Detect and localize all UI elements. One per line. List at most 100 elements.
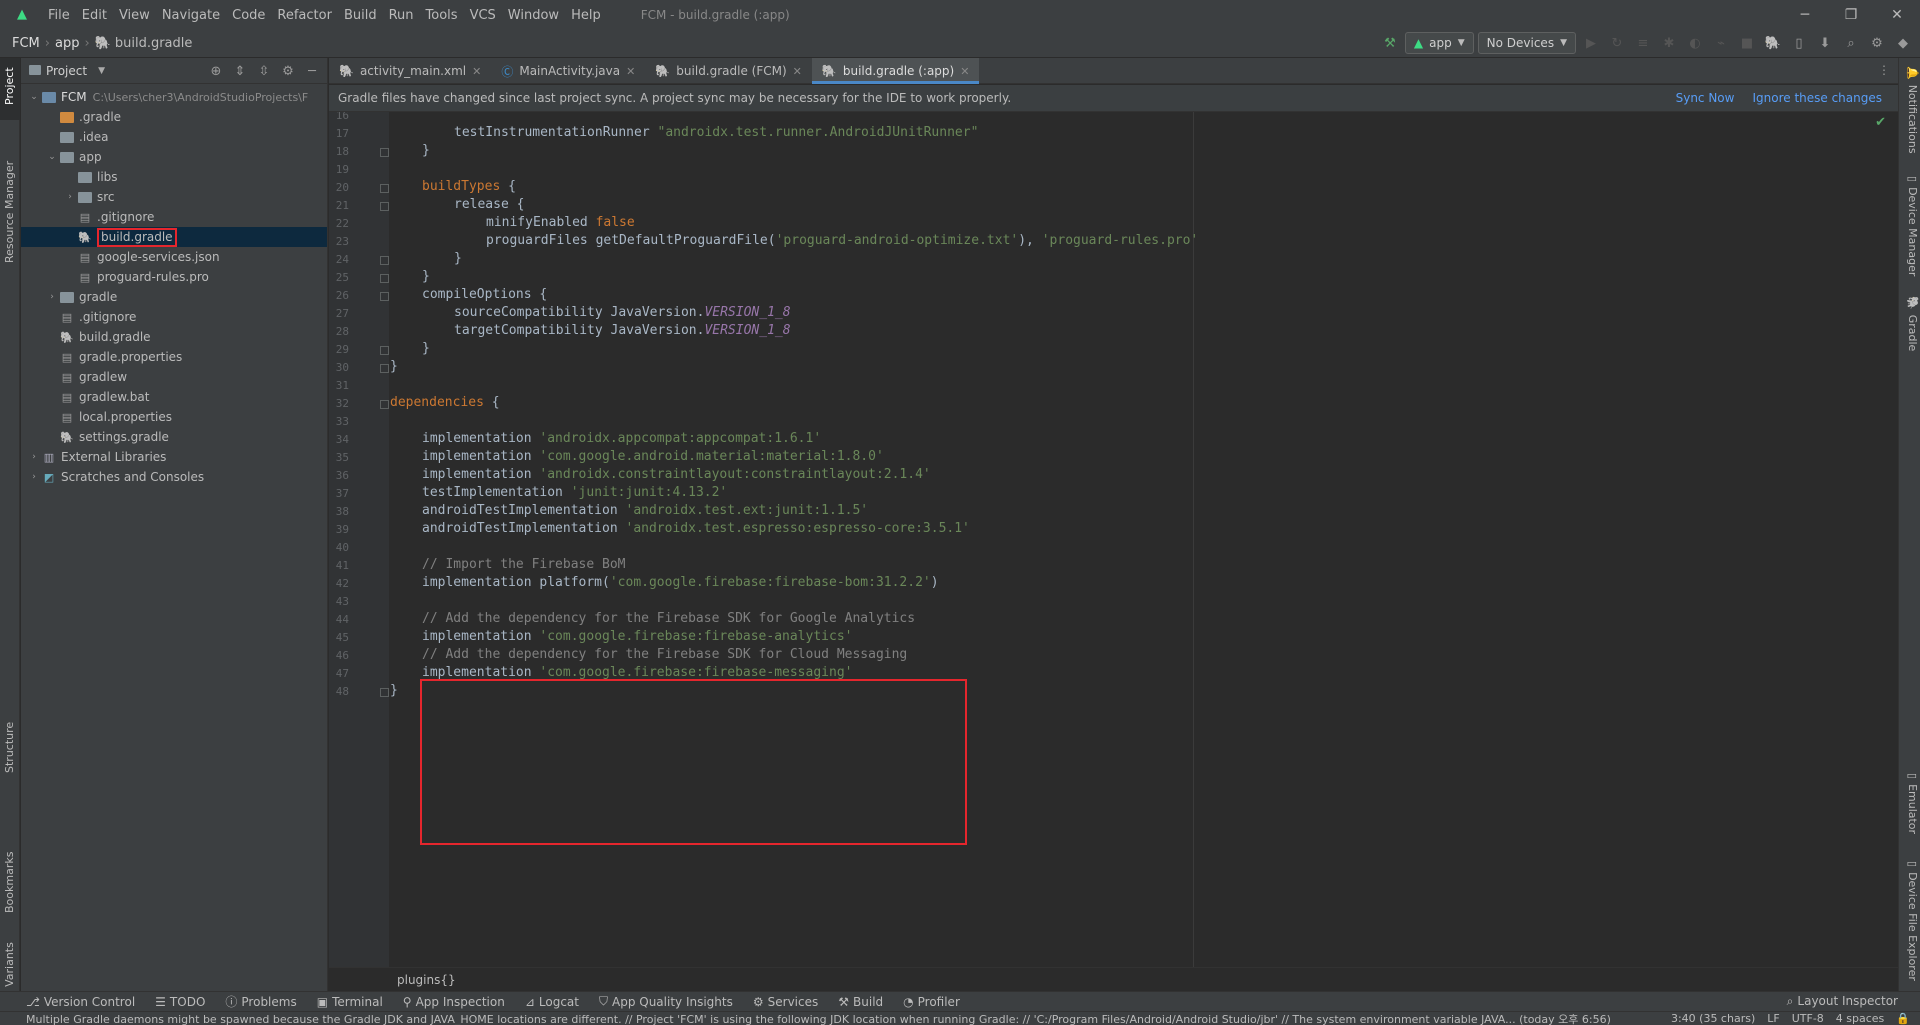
code-line[interactable]: testImplementation 'junit:junit:4.13.2' (422, 485, 727, 500)
terminal-button[interactable]: ▣ Terminal (317, 995, 383, 1009)
code-editor[interactable]: 1516171819202122232425262728293031323334… (329, 112, 1898, 967)
gear-icon[interactable]: ⚙ (1866, 32, 1888, 54)
indent-setting[interactable]: 4 spaces (1836, 1012, 1885, 1025)
locate-file-icon[interactable]: ⊕ (205, 60, 227, 82)
chevron-down-icon[interactable]: ⌄ (27, 92, 41, 102)
tree-item[interactable]: libs (21, 167, 327, 187)
app-inspection-button[interactable]: ⚲ App Inspection (403, 995, 505, 1009)
hide-panel-icon[interactable]: ─ (301, 60, 323, 82)
fold-marker-icon[interactable] (380, 400, 389, 409)
code-line[interactable]: implementation 'androidx.appcompat:appco… (422, 431, 821, 446)
tree-item[interactable]: ▤ google-services.json (21, 247, 327, 267)
code-line[interactable]: } (422, 341, 430, 356)
code-line[interactable]: testInstrumentationRunner "androidx.test… (454, 125, 978, 140)
fold-marker-icon[interactable] (380, 184, 389, 193)
close-window-button[interactable]: ✕ (1874, 0, 1920, 30)
breadcrumb-file[interactable]: build.gradle (115, 36, 193, 51)
code-breadcrumb-item[interactable]: plugins{} (397, 973, 456, 987)
code-line[interactable]: androidTestImplementation 'androidx.test… (422, 521, 970, 536)
menu-view[interactable]: View (113, 8, 156, 23)
hammer-build-icon[interactable]: ⚒ (1379, 32, 1401, 54)
code-line[interactable]: // Add the dependency for the Firebase S… (422, 647, 907, 662)
tree-item[interactable]: .gradle (21, 107, 327, 127)
search-icon[interactable]: ⌕ (1840, 32, 1862, 54)
gear-icon[interactable]: ⚙ (277, 60, 299, 82)
expand-all-icon[interactable]: ⇕ (229, 60, 251, 82)
code-line[interactable]: proguardFiles getDefaultProguardFile('pr… (486, 233, 1198, 248)
fold-marker-icon[interactable] (380, 364, 389, 373)
tree-item[interactable]: › ◩ Scratches and Consoles (21, 467, 327, 487)
build-button[interactable]: ⚒ Build (838, 995, 883, 1009)
chevron-right-icon[interactable]: › (63, 192, 77, 202)
restore-button[interactable]: ❐ (1828, 0, 1874, 30)
tree-item[interactable]: .idea (21, 127, 327, 147)
services-button[interactable]: ⚙ Services (753, 995, 818, 1009)
chevron-right-icon[interactable]: › (45, 292, 59, 302)
tab-activity-main-xml[interactable]: 🐘 activity_main.xml ✕ (329, 58, 491, 84)
menu-tools[interactable]: Tools (420, 8, 464, 23)
apply-code-changes-icon[interactable]: ≡ (1632, 32, 1654, 54)
caret-position[interactable]: 3:40 (35 chars) (1671, 1012, 1755, 1025)
code-line[interactable]: implementation 'com.google.firebase:fire… (422, 629, 852, 644)
code-line[interactable]: sourceCompatibility JavaVersion.VERSION_… (454, 305, 791, 320)
device-selector[interactable]: No Devices ▼ (1477, 32, 1576, 54)
tree-item[interactable]: ⌄ app (21, 147, 327, 167)
resource-manager-tool-tab[interactable]: Resource Manager (3, 161, 16, 263)
code-line[interactable]: implementation 'com.google.android.mater… (422, 449, 884, 464)
code-line[interactable]: minifyEnabled false (486, 215, 635, 230)
attach-debugger-icon[interactable]: ⌁ (1710, 32, 1732, 54)
menu-edit[interactable]: Edit (76, 8, 113, 23)
code-line[interactable]: implementation 'androidx.constraintlayou… (422, 467, 931, 482)
fold-marker-icon[interactable] (380, 346, 389, 355)
code-line[interactable]: buildTypes { (422, 179, 516, 194)
chevron-down-icon[interactable]: ⌄ (45, 152, 59, 162)
tab-main-activity-java[interactable]: Ⓒ MainActivity.java ✕ (491, 58, 645, 84)
menu-navigate[interactable]: Navigate (156, 8, 226, 23)
code-line[interactable]: } (390, 683, 398, 698)
code-line[interactable]: dependencies { (390, 395, 500, 410)
structure-tool-tab[interactable]: Structure (3, 722, 16, 773)
version-control-button[interactable]: ⎇ Version Control (26, 995, 135, 1009)
tree-item[interactable]: ▤ gradlew.bat (21, 387, 327, 407)
menu-refactor[interactable]: Refactor (271, 8, 338, 23)
menu-run[interactable]: Run (383, 8, 420, 23)
minimize-button[interactable]: ─ (1782, 0, 1828, 30)
code-line[interactable]: androidTestImplementation 'androidx.test… (422, 503, 868, 518)
tree-item[interactable]: ▤ gradlew (21, 367, 327, 387)
close-icon[interactable]: ✕ (960, 65, 969, 78)
breadcrumb-module[interactable]: app (55, 36, 79, 51)
fold-marker-icon[interactable] (380, 292, 389, 301)
tree-item[interactable]: ⌄ FCM C:\Users\cher3\AndroidStudioProjects… (21, 87, 327, 107)
code-line[interactable]: targetCompatibility JavaVersion.VERSION_… (454, 323, 791, 338)
file-encoding[interactable]: UTF-8 (1792, 1012, 1824, 1025)
breadcrumb-project[interactable]: FCM (12, 36, 40, 51)
profile-icon[interactable]: ◐ (1684, 32, 1706, 54)
tree-item[interactable]: ▤ .gitignore (21, 207, 327, 227)
chevron-right-icon[interactable]: › (27, 472, 41, 482)
tree-item[interactable]: › src (21, 187, 327, 207)
project-view-selector[interactable]: Project (46, 64, 87, 78)
run-icon[interactable]: ▶ (1580, 32, 1602, 54)
stop-icon[interactable]: ■ (1736, 32, 1758, 54)
ide-update-icon[interactable]: ◆ (1892, 32, 1914, 54)
code-line[interactable]: // Import the Firebase BoM (422, 557, 626, 572)
close-icon[interactable]: ✕ (793, 65, 802, 78)
tree-item[interactable]: ▤ gradle.properties (21, 347, 327, 367)
menu-window[interactable]: Window (502, 8, 565, 23)
chevron-right-icon[interactable]: › (27, 452, 41, 462)
tree-item[interactable]: ▤ local.properties (21, 407, 327, 427)
gradle-tool-tab[interactable]: 🐘 Gradle (1906, 296, 1919, 351)
line-separator[interactable]: LF (1767, 1012, 1779, 1025)
tree-item[interactable]: ▤ proguard-rules.pro (21, 267, 327, 287)
tab-build-gradle-app[interactable]: 🐘 build.gradle (:app) ✕ (811, 58, 980, 84)
sync-now-link[interactable]: Sync Now (1676, 91, 1735, 105)
no-problems-check-icon[interactable]: ✔ (1875, 115, 1886, 130)
code-line[interactable]: } (422, 143, 430, 158)
status-message[interactable]: Multiple Gradle daemons might be spawned… (26, 1012, 1611, 1025)
fold-marker-icon[interactable] (380, 148, 389, 157)
tree-item[interactable]: ▤ .gitignore (21, 307, 327, 327)
problems-button[interactable]: ⓘ Problems (225, 993, 296, 1010)
apply-changes-icon[interactable]: ↻ (1606, 32, 1628, 54)
tree-item[interactable]: › ▥ External Libraries (21, 447, 327, 467)
tree-item[interactable]: › gradle (21, 287, 327, 307)
